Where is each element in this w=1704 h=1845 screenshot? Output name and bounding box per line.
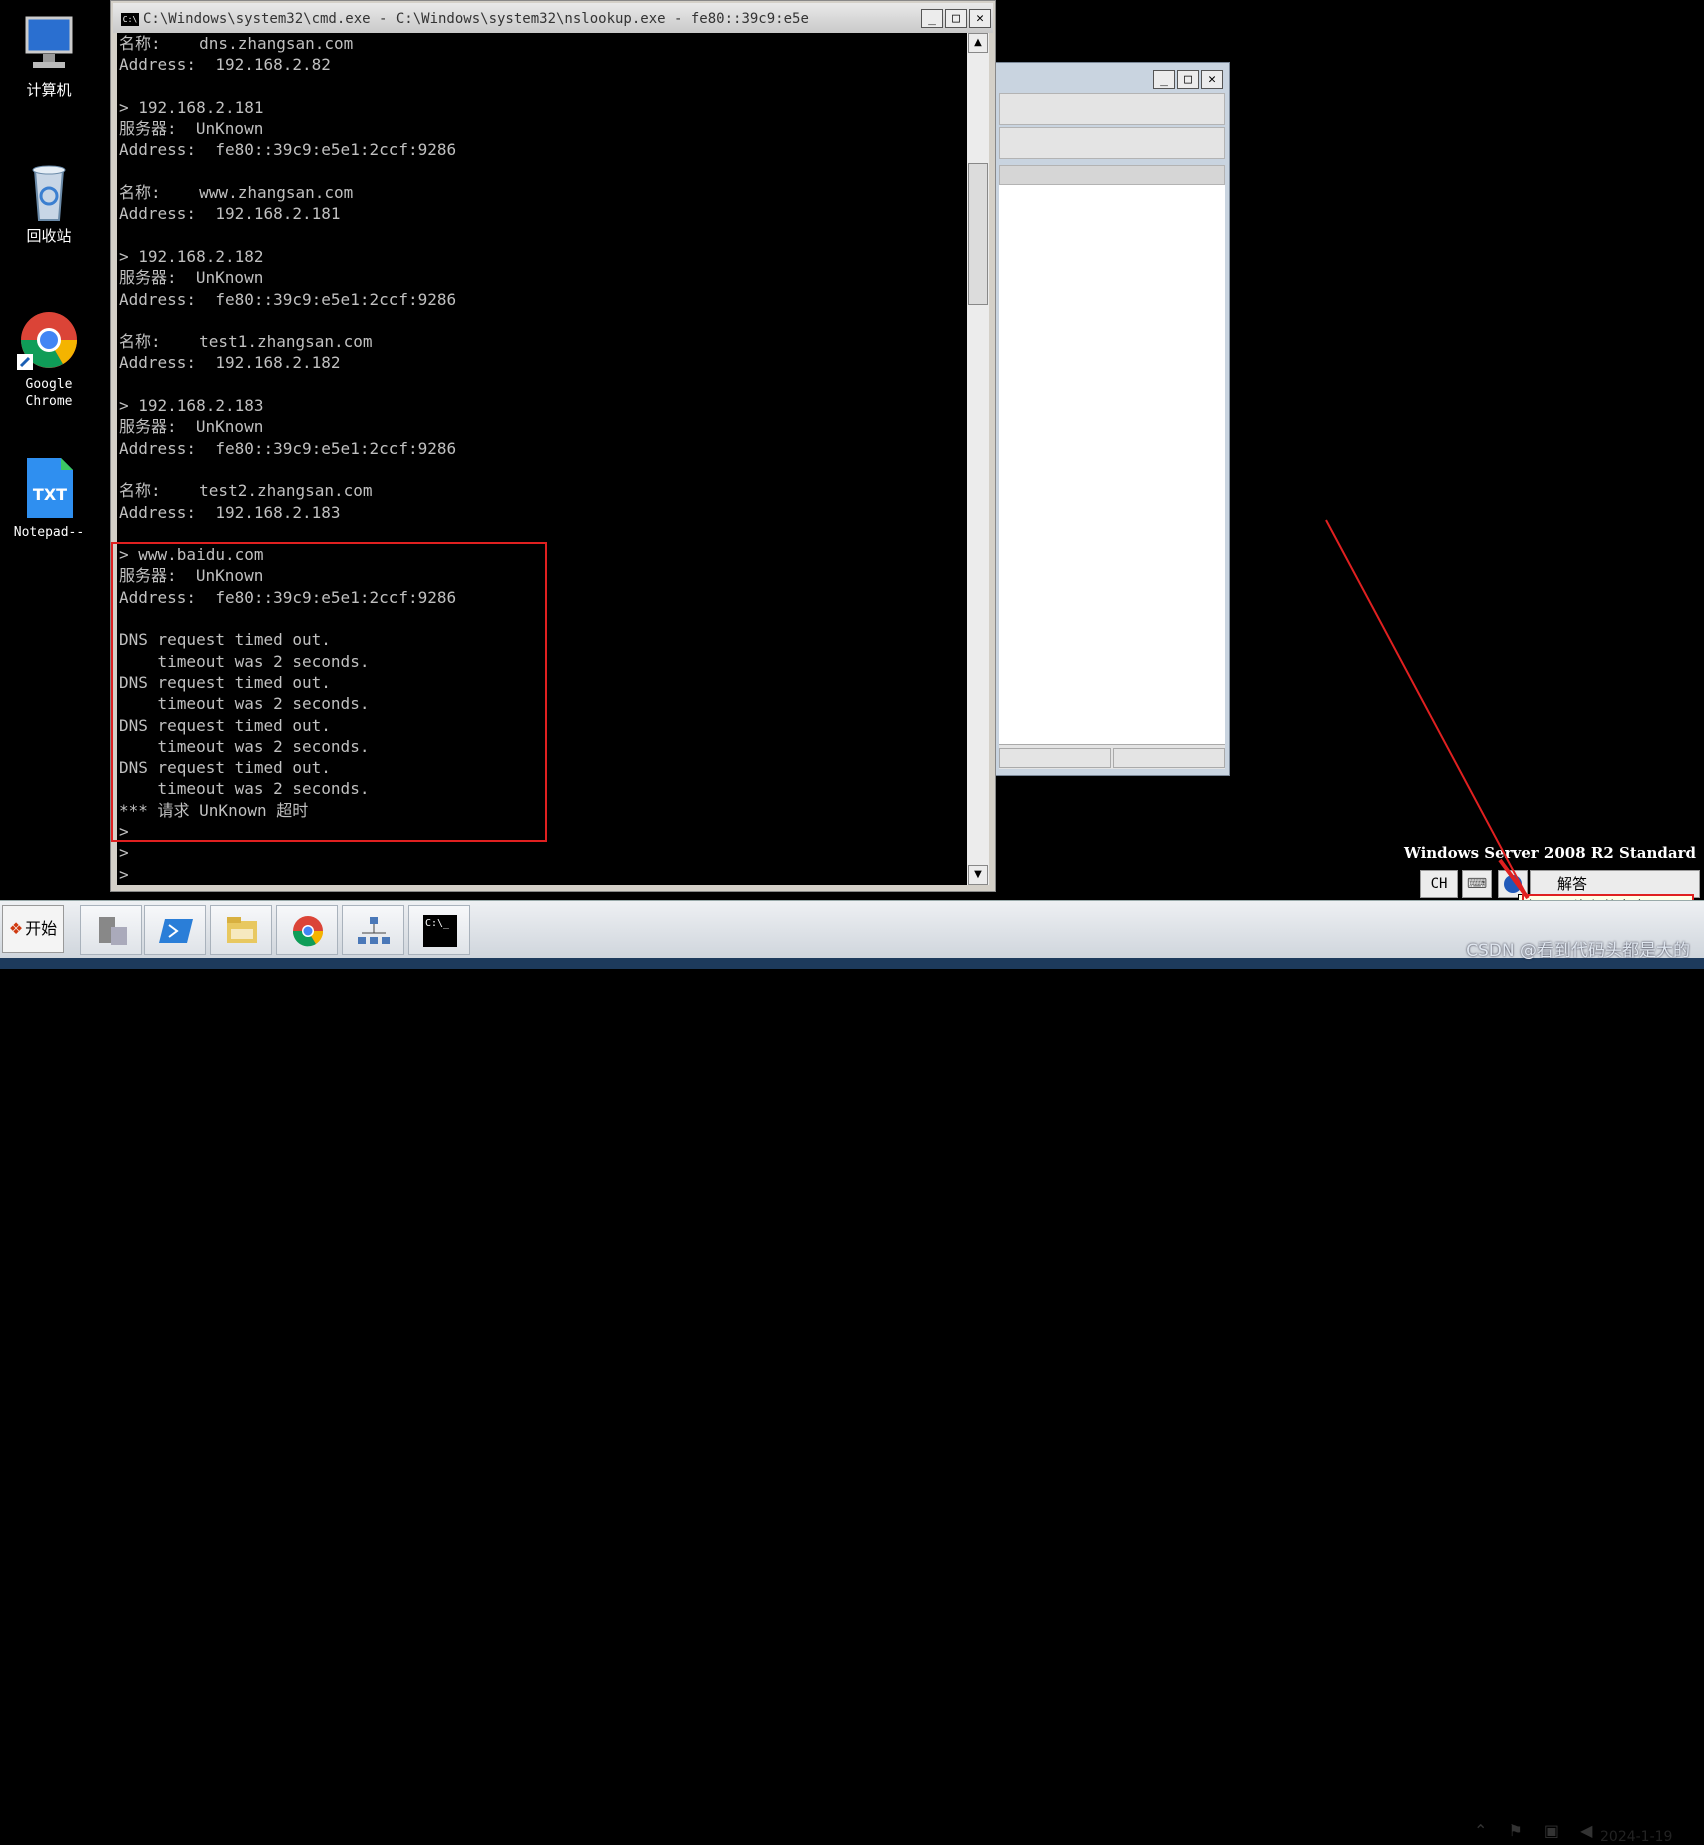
console-line: > bbox=[119, 864, 129, 884]
content-pane bbox=[999, 185, 1225, 745]
toolbar-band bbox=[999, 127, 1225, 159]
toolbar-band bbox=[999, 93, 1225, 125]
explorer-icon bbox=[227, 917, 257, 943]
scroll-thumb[interactable] bbox=[968, 163, 988, 305]
language-indicator[interactable]: CH bbox=[1420, 870, 1458, 898]
cmd-app-icon: C:\ bbox=[121, 13, 139, 26]
os-version-text: Windows Server 2008 R2 Standard bbox=[1403, 844, 1696, 862]
desktop-icon-label: Notepad-- bbox=[13, 525, 85, 540]
console-line: Address: 192.168.2.82 bbox=[119, 55, 331, 75]
console-line: Address: fe80::39c9:e5e1:2ccf:9286 bbox=[119, 140, 457, 160]
server-manager-icon bbox=[99, 917, 127, 945]
recycle-bin-icon bbox=[17, 160, 81, 224]
desktop-icon-notepad[interactable]: TXT Notepad-- bbox=[0, 456, 98, 541]
vertical-scrollbar[interactable]: ▲ ▼ bbox=[967, 33, 989, 885]
watermark: CSDN @看到代码头都是大的 bbox=[1466, 941, 1690, 961]
console-line: Address: 192.168.2.181 bbox=[119, 204, 341, 224]
taskbar-cmd[interactable]: C:\_ bbox=[408, 905, 470, 955]
desktop-icon-label: 回收站 bbox=[26, 227, 72, 245]
annotation-highlight-box bbox=[111, 542, 547, 842]
taskbar: ❖ 开始 C:\_ ⌃ ⚑ ▣ ◀ 2024-1-19 bbox=[0, 900, 1704, 1845]
taskbar-network[interactable] bbox=[342, 905, 404, 955]
cmd-icon: C:\_ bbox=[423, 915, 457, 947]
maximize-button[interactable]: □ bbox=[1177, 70, 1199, 89]
notepad-badge: TXT bbox=[33, 485, 67, 504]
console-line: Address: fe80::39c9:e5e1:2ccf:9286 bbox=[119, 438, 457, 458]
header-band bbox=[999, 165, 1225, 185]
console-line: 名称: dns.zhangsan.com bbox=[119, 34, 354, 53]
start-button[interactable]: ❖ 开始 bbox=[2, 905, 64, 953]
notepad-icon: TXT bbox=[17, 456, 81, 520]
desktop-icon-recycle-bin[interactable]: 回收站 bbox=[0, 160, 98, 245]
console-line: 服务器: UnKnown bbox=[119, 119, 264, 139]
maximize-button[interactable]: □ bbox=[945, 9, 967, 28]
scroll-down-icon[interactable]: ▼ bbox=[968, 865, 988, 885]
computer-icon bbox=[17, 14, 81, 78]
windows-flag-icon: ❖ bbox=[8, 919, 24, 938]
title-bar[interactable]: C:\ C:\Windows\system32\cmd.exe - C:\Win… bbox=[113, 3, 993, 33]
minimize-button[interactable]: _ bbox=[1153, 70, 1175, 89]
console-line: 名称: test2.zhangsan.com bbox=[119, 481, 373, 501]
console-line: > 192.168.2.183 bbox=[119, 396, 264, 416]
taskbar-explorer[interactable] bbox=[210, 905, 272, 955]
desktop-icon-label: Google Chrome bbox=[25, 377, 73, 409]
clock-date[interactable]: 2024-1-19 bbox=[1600, 1829, 1672, 1845]
keyboard-icon[interactable]: ⌨ bbox=[1462, 870, 1492, 898]
desktop-icon-label: 计算机 bbox=[26, 81, 72, 99]
system-tray-icons[interactable]: ⌃ ⚑ ▣ ◀ bbox=[1474, 1821, 1600, 1840]
desktop-icon-computer[interactable]: 计算机 bbox=[0, 14, 98, 99]
console-line: 服务器: UnKnown bbox=[119, 268, 264, 288]
minimize-button[interactable]: _ bbox=[921, 9, 943, 28]
console-line: > 192.168.2.182 bbox=[119, 246, 264, 266]
chrome-icon bbox=[17, 308, 81, 372]
powershell-icon bbox=[159, 919, 193, 943]
network-icon bbox=[358, 917, 390, 944]
console-line: > bbox=[119, 843, 129, 863]
taskbar-server-manager[interactable] bbox=[80, 905, 142, 955]
background-window[interactable]: _ □ ✕ bbox=[994, 62, 1230, 776]
console-line: > 192.168.2.181 bbox=[119, 97, 264, 117]
close-button[interactable]: ✕ bbox=[1201, 70, 1223, 89]
console-line: Address: 192.168.2.183 bbox=[119, 502, 341, 522]
window-title: C:\Windows\system32\cmd.exe - C:\Windows… bbox=[143, 11, 809, 27]
start-label: 开始 bbox=[25, 919, 58, 938]
console-line: 服务器: UnKnown bbox=[119, 417, 264, 437]
scroll-up-icon[interactable]: ▲ bbox=[968, 33, 988, 53]
console-line: 名称: test1.zhangsan.com bbox=[119, 332, 373, 352]
desktop-icon-chrome[interactable]: Google Chrome bbox=[0, 308, 98, 410]
status-bar bbox=[999, 744, 1225, 769]
console-line: Address: 192.168.2.182 bbox=[119, 353, 341, 373]
console-line: 名称: www.zhangsan.com bbox=[119, 183, 354, 203]
bottom-strip bbox=[0, 958, 1704, 969]
close-button[interactable]: ✕ bbox=[969, 9, 991, 28]
taskbar-powershell[interactable] bbox=[144, 905, 206, 955]
console-line: Address: fe80::39c9:e5e1:2ccf:9286 bbox=[119, 289, 457, 309]
chrome-icon bbox=[292, 916, 324, 947]
taskbar-chrome[interactable] bbox=[276, 905, 338, 955]
